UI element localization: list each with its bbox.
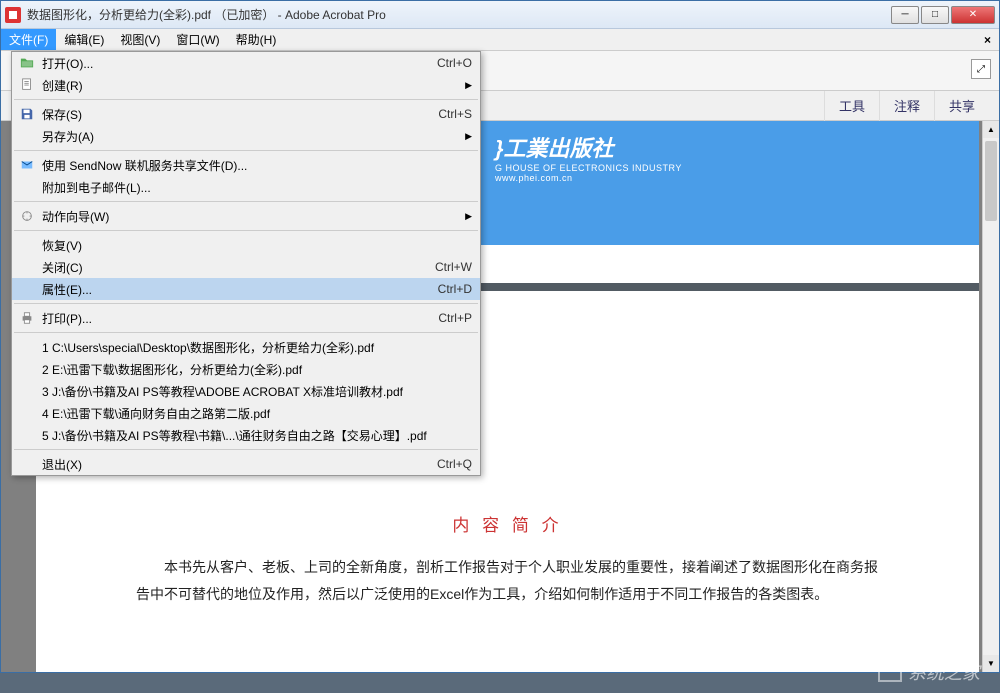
open-icon: [18, 55, 36, 71]
file-menu-dropdown: 打开(O)... Ctrl+O 创建(R) ▶ 保存(S) Ctrl+S 另存为…: [11, 51, 481, 476]
menu-item-create[interactable]: 创建(R) ▶: [12, 74, 480, 96]
page-white: [481, 245, 979, 283]
recent-file-3[interactable]: 3 J:\备份\书籍及AI PS等教程\ADOBE ACROBAT X标准培训教…: [12, 380, 480, 402]
scroll-down-button[interactable]: ▼: [983, 655, 999, 672]
window-title: 数据图形化，分析更给力(全彩).pdf （已加密） - Adobe Acroba…: [27, 6, 891, 23]
print-icon: [18, 310, 36, 326]
scroll-up-button[interactable]: ▲: [983, 121, 999, 138]
tab-comments[interactable]: 注释: [879, 90, 934, 121]
maximize-button[interactable]: □: [921, 6, 949, 24]
content-paragraph: 本书先从客户、老板、上司的全新角度，剖析工作报告对于个人职业发展的重要性，接着阐…: [136, 554, 879, 607]
menubar-close-button[interactable]: ×: [976, 29, 999, 50]
menubar: 文件(F) 编辑(E) 视图(V) 窗口(W) 帮助(H) × 打开(O)...…: [1, 29, 999, 51]
menu-item-close-doc[interactable]: 关闭(C) Ctrl+W: [12, 256, 480, 278]
menu-item-open[interactable]: 打开(O)... Ctrl+O: [12, 52, 480, 74]
create-icon: [18, 77, 36, 93]
menu-item-exit[interactable]: 退出(X) Ctrl+Q: [12, 453, 480, 475]
menu-item-saveas[interactable]: 另存为(A) ▶: [12, 125, 480, 147]
menu-file[interactable]: 文件(F): [1, 29, 56, 50]
tab-tools[interactable]: 工具: [824, 90, 879, 121]
tab-share[interactable]: 共享: [934, 90, 989, 121]
house-icon: [878, 662, 902, 682]
titlebar[interactable]: 数据图形化，分析更给力(全彩).pdf （已加密） - Adobe Acroba…: [1, 1, 999, 29]
menu-window[interactable]: 窗口(W): [168, 29, 227, 50]
recent-file-4[interactable]: 4 E:\迅雷下载\通向财务自由之路第二版.pdf: [12, 402, 480, 424]
minimize-button[interactable]: ─: [891, 6, 919, 24]
save-icon: [18, 106, 36, 122]
menu-help[interactable]: 帮助(H): [228, 29, 285, 50]
recent-file-5[interactable]: 5 J:\备份\书籍及AI PS等教程\书籍\...\通往财务自由之路【交易心理…: [12, 424, 480, 446]
menu-edit[interactable]: 编辑(E): [56, 29, 112, 50]
expand-button[interactable]: ⤢: [971, 59, 991, 79]
menu-item-action-wizard[interactable]: 动作向导(W) ▶: [12, 205, 480, 227]
page-body: 内 容 简 介 本书先从客户、老板、上司的全新角度，剖析工作报告对于个人职业发展…: [36, 471, 979, 672]
watermark: 系统之家: [878, 659, 980, 685]
menu-item-save[interactable]: 保存(S) Ctrl+S: [12, 103, 480, 125]
vertical-scrollbar[interactable]: ▲ ▼: [982, 121, 999, 672]
menu-separator: [14, 449, 478, 450]
close-button[interactable]: ✕: [951, 6, 995, 24]
menu-item-email[interactable]: 附加到电子邮件(L)...: [12, 176, 480, 198]
app-icon: [5, 7, 21, 23]
menu-separator: [14, 150, 478, 151]
recent-file-1[interactable]: 1 C:\Users\special\Desktop\数据图形化，分析更给力(全…: [12, 336, 480, 358]
menu-item-revert[interactable]: 恢复(V): [12, 234, 480, 256]
menu-separator: [14, 99, 478, 100]
app-window: 数据图形化，分析更给力(全彩).pdf （已加密） - Adobe Acroba…: [0, 0, 1000, 673]
page-banner: }工業出版社 G HOUSE OF ELECTRONICS INDUSTRY w…: [481, 121, 979, 245]
recent-file-2[interactable]: 2 E:\迅雷下载\数据图形化，分析更给力(全彩).pdf: [12, 358, 480, 380]
window-controls: ─ □ ✕: [891, 6, 995, 24]
menu-item-properties[interactable]: 属性(E)... Ctrl+D: [12, 278, 480, 300]
menu-view[interactable]: 视图(V): [112, 29, 168, 50]
menu-separator: [14, 303, 478, 304]
send-icon: [18, 157, 36, 173]
wizard-icon: [18, 208, 36, 224]
menu-item-print[interactable]: 打印(P)... Ctrl+P: [12, 307, 480, 329]
content-heading: 内 容 简 介: [136, 511, 879, 536]
menu-separator: [14, 230, 478, 231]
submenu-arrow-icon: ▶: [465, 80, 472, 91]
scroll-thumb[interactable]: [985, 141, 997, 221]
menu-item-sendnow[interactable]: 使用 SendNow 联机服务共享文件(D)...: [12, 154, 480, 176]
submenu-arrow-icon: ▶: [465, 131, 472, 142]
menu-separator: [14, 201, 478, 202]
submenu-arrow-icon: ▶: [465, 211, 472, 222]
menu-separator: [14, 332, 478, 333]
